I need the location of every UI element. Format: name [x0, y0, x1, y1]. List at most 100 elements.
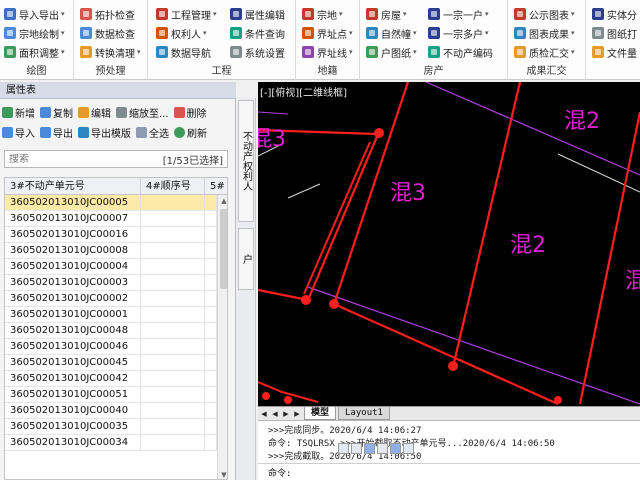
entity-split-button[interactable]: 实体分: [592, 5, 637, 23]
vertex-5[interactable]: [262, 392, 270, 400]
cell-sequence: [141, 419, 205, 435]
data-navigation-button[interactable]: 数据导航: [156, 43, 211, 61]
column-header-unit-number[interactable]: 3#不动产单元号: [5, 178, 141, 195]
tab-next-icon[interactable]: ▶: [281, 409, 291, 419]
project-manage-button[interactable]: 工程管理 ▾: [156, 5, 217, 23]
cell-sequence: [141, 307, 205, 323]
boundary-point-button[interactable]: 界址点 ▾: [302, 24, 353, 42]
table-row[interactable]: 360502013010JC00005: [5, 195, 217, 211]
vertex-1[interactable]: [374, 128, 384, 138]
tab-first-icon[interactable]: ◀: [259, 409, 269, 419]
search-box: [1/53已选择]: [4, 150, 228, 168]
cad-viewport[interactable]: 混3 混2 混3 混2 混 [-][俯视][二维线框]: [258, 82, 640, 406]
cell-5: [205, 195, 217, 211]
attribute-edit-button[interactable]: 属性编辑: [230, 5, 285, 23]
ribbon: 导入导出 ▾ 宗地绘制 ▾ 面积调整 ▾ 绘图 拓扑检查 数据检查 转换清理 ▾ 预处理: [0, 0, 640, 80]
building-button[interactable]: 自然幢 ▾: [366, 24, 417, 42]
edit-button[interactable]: 编辑: [78, 105, 111, 120]
table-row[interactable]: 360502013010JC00007: [5, 211, 217, 227]
area-adjust-button[interactable]: 面积调整 ▾: [4, 43, 65, 61]
import-button[interactable]: 导入: [2, 125, 35, 140]
table-row[interactable]: 360502013010JC00035: [5, 419, 217, 435]
system-settings-button[interactable]: 系统设置: [230, 43, 285, 61]
table-row[interactable]: 360502013010JC00004: [5, 259, 217, 275]
tab-last-icon[interactable]: ▶: [292, 409, 302, 419]
zoom-to-button[interactable]: 缩放至...: [116, 105, 169, 120]
topology-check-button[interactable]: 拓扑检查: [80, 5, 135, 23]
quality-submit-button[interactable]: 质检汇交 ▾: [514, 43, 575, 61]
polar-toggle-icon[interactable]: [377, 443, 388, 454]
side-tab-unit[interactable]: 户: [238, 228, 254, 290]
public-chart-button[interactable]: 公示图表 ▾: [514, 5, 575, 23]
file-batch-button[interactable]: 文件量: [592, 43, 637, 61]
table-row[interactable]: 360502013010JC00008: [5, 243, 217, 259]
house-button[interactable]: 房屋 ▾: [366, 5, 407, 23]
refresh-button[interactable]: 刷新: [174, 125, 207, 140]
drawing-print-button[interactable]: 图纸打: [592, 24, 637, 42]
ribbon-group-extra: 实体分 图纸打 文件量: [586, 0, 640, 80]
cell-sequence: [141, 387, 205, 403]
table-row[interactable]: 360502013010JC00042: [5, 371, 217, 387]
vertex-6[interactable]: [284, 396, 292, 404]
add-button[interactable]: 新增: [2, 105, 35, 120]
export-template-button[interactable]: 导出模版: [78, 125, 131, 140]
vertex-4[interactable]: [448, 361, 458, 371]
condition-query-button[interactable]: 条件查询: [230, 24, 285, 42]
convert-clean-button[interactable]: 转换清理 ▾: [80, 43, 141, 61]
tab-layout1[interactable]: Layout1: [338, 407, 390, 420]
cad-drawing[interactable]: 混3 混2 混3 混2 混: [258, 82, 640, 406]
scroll-up-icon[interactable]: ▲: [218, 195, 227, 207]
parcel-draw-button[interactable]: 宗地绘制 ▾: [4, 24, 65, 42]
osnap-toggle-icon[interactable]: [390, 443, 401, 454]
chart-results-icon: [514, 27, 526, 39]
column-header-5[interactable]: 5#: [205, 178, 227, 195]
table-row[interactable]: 360502013010JC00001: [5, 307, 217, 323]
table-row[interactable]: 360502013010JC00002: [5, 291, 217, 307]
cell-5: [205, 275, 217, 291]
column-header-sequence[interactable]: 4#顺序号: [141, 178, 205, 195]
table-row[interactable]: 360502013010JC00016: [5, 227, 217, 243]
vertex-3[interactable]: [329, 299, 339, 309]
snap-toggle-icon[interactable]: [338, 443, 349, 454]
command-input[interactable]: [293, 467, 494, 478]
import-export-button[interactable]: 导入导出 ▾: [4, 5, 65, 23]
cell-sequence: [141, 323, 205, 339]
vertex-2[interactable]: [301, 295, 311, 305]
scroll-down-icon[interactable]: ▼: [218, 469, 227, 479]
owner-button[interactable]: 权利人 ▾: [156, 24, 207, 42]
refresh-icon: [174, 126, 185, 138]
otrack-toggle-icon[interactable]: [403, 443, 414, 454]
chart-results-button[interactable]: 图表成果 ▾: [514, 24, 575, 42]
ribbon-group-draw: 导入导出 ▾ 宗地绘制 ▾ 面积调整 ▾ 绘图: [0, 0, 74, 80]
property-code-button[interactable]: 不动产编码: [428, 43, 493, 61]
boundary-line-button[interactable]: 界址线 ▾: [302, 43, 353, 61]
table-row[interactable]: 360502013010JC00051: [5, 387, 217, 403]
table-row[interactable]: 360502013010JC00045: [5, 355, 217, 371]
copy-button[interactable]: 复制: [40, 105, 73, 120]
scroll-thumb[interactable]: [220, 209, 227, 289]
panel-title: 属性表: [0, 82, 236, 99]
ortho-toggle-icon[interactable]: [364, 443, 375, 454]
table-row[interactable]: 360502013010JC00046: [5, 339, 217, 355]
select-all-button[interactable]: 全选: [136, 125, 169, 140]
area-adjust-icon: [4, 46, 16, 58]
delete-button[interactable]: 删除: [173, 105, 207, 120]
table-row[interactable]: 360502013010JC00048: [5, 323, 217, 339]
one-parcel-multi-unit-button[interactable]: 一宗多户 ▾: [428, 24, 489, 42]
table-scrollbar[interactable]: ▲ ▼: [217, 195, 227, 479]
grid-toggle-icon[interactable]: [351, 443, 362, 454]
one-parcel-one-unit-button[interactable]: 一宗一户 ▾: [428, 5, 489, 23]
tab-prev-icon[interactable]: ◀: [270, 409, 280, 419]
table-row[interactable]: 360502013010JC00003: [5, 275, 217, 291]
parcel-button[interactable]: 宗地 ▾: [302, 5, 343, 23]
table-row[interactable]: 360502013010JC00040: [5, 403, 217, 419]
data-check-button[interactable]: 数据检查: [80, 24, 135, 42]
floor-plan-button[interactable]: 户图纸 ▾: [366, 43, 417, 61]
search-input[interactable]: [9, 153, 149, 165]
side-tab-owner[interactable]: 不动产权利人: [238, 100, 254, 222]
tab-model[interactable]: 模型: [304, 407, 337, 420]
export-button[interactable]: 导出: [40, 125, 73, 140]
table-row[interactable]: 360502013010JC00034: [5, 435, 217, 451]
viewport-controls[interactable]: [-][俯视][二维线框]: [260, 84, 347, 99]
vertex-7[interactable]: [554, 396, 562, 404]
